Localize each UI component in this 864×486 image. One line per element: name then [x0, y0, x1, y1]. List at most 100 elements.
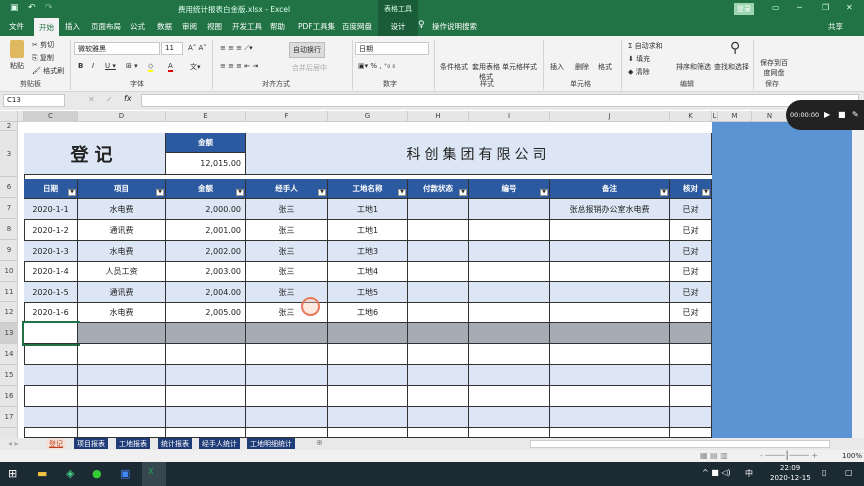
filter-dropdown-icon[interactable]: ▼	[660, 189, 668, 196]
select-all[interactable]	[0, 111, 18, 122]
column-header-N[interactable]: N	[752, 111, 788, 122]
empty-cell[interactable]	[166, 407, 246, 428]
sort-filter-button[interactable]: 排序和筛选	[676, 62, 711, 72]
data-cell[interactable]: 2,002.00	[166, 241, 246, 262]
column-header-C[interactable]: C	[24, 111, 78, 122]
sheet-tab-site[interactable]: 工地报表	[116, 438, 150, 449]
empty-cell[interactable]	[670, 386, 712, 407]
data-cell[interactable]: 2,005.00	[166, 303, 246, 323]
empty-cell[interactable]	[670, 344, 712, 365]
empty-cell[interactable]	[78, 344, 166, 365]
column-header-I[interactable]: I	[469, 111, 550, 122]
empty-cell[interactable]	[408, 365, 469, 386]
tell-me-search[interactable]: 操作说明搜索	[432, 21, 477, 32]
sheet-tab-site-detail[interactable]: 工地明细统计	[247, 438, 295, 449]
stop-icon[interactable]: ■	[838, 110, 846, 119]
minimize-icon[interactable]: ─	[797, 3, 802, 12]
filter-dropdown-icon[interactable]: ▼	[398, 189, 406, 196]
sheet-title[interactable]: 登记	[24, 133, 166, 175]
empty-cell[interactable]	[166, 344, 246, 365]
empty-cell[interactable]	[78, 428, 166, 438]
column-header-G[interactable]: G	[328, 111, 408, 122]
clear-button[interactable]: ◆ 清除	[628, 67, 650, 77]
fill-button[interactable]: ⬇ 填充	[628, 54, 650, 64]
data-cell[interactable]	[408, 282, 469, 303]
row-header-2[interactable]: 2	[0, 122, 18, 131]
vertical-scrollbar[interactable]	[852, 122, 864, 438]
filter-dropdown-icon[interactable]: ▼	[540, 189, 548, 196]
empty-cell[interactable]	[246, 365, 328, 386]
data-cell[interactable]	[469, 199, 550, 220]
data-cell[interactable]: 已对	[670, 199, 712, 220]
tab-insert[interactable]: 插入	[65, 21, 80, 32]
underline-button[interactable]: U ▾	[105, 62, 116, 70]
data-cell[interactable]: 已对	[670, 262, 712, 282]
data-cell[interactable]: 工地6	[328, 303, 408, 323]
data-cell[interactable]: 2,003.00	[166, 262, 246, 282]
column-header-cell[interactable]: 经手人 ▼	[246, 179, 328, 199]
autosum-button[interactable]: Σ 自动求和	[628, 41, 663, 51]
data-cell[interactable]: 2020-1-5	[24, 282, 78, 303]
row-header-6[interactable]: 6	[0, 177, 18, 198]
name-box[interactable]: C13	[3, 94, 65, 107]
filter-dropdown-icon[interactable]: ▼	[702, 189, 710, 196]
data-cell[interactable]: 张三	[246, 199, 328, 220]
data-cell[interactable]: 水电费	[78, 241, 166, 262]
filter-dropdown-icon[interactable]: ▼	[236, 189, 244, 196]
data-cell[interactable]	[469, 220, 550, 241]
column-header-cell[interactable]: 付款状态 ▼	[408, 179, 469, 199]
data-cell[interactable]	[408, 241, 469, 262]
formula-input[interactable]	[141, 94, 859, 107]
empty-cell[interactable]	[328, 344, 408, 365]
tab-file[interactable]: 文件	[9, 21, 24, 32]
data-cell[interactable]: 2,000.00	[166, 199, 246, 220]
data-cell[interactable]: 张三	[246, 262, 328, 282]
amount-label[interactable]: 金额	[166, 133, 246, 153]
row-header-14[interactable]: 14	[0, 344, 18, 365]
phonetic-button[interactable]: 文▾	[190, 62, 201, 72]
paste-icon[interactable]	[10, 40, 24, 58]
empty-cell[interactable]	[408, 344, 469, 365]
empty-cell[interactable]	[328, 407, 408, 428]
empty-cell[interactable]	[469, 365, 550, 386]
align-icons[interactable]: ≡ ≡ ≡ ⇤ ⇥	[220, 62, 258, 70]
play-icon[interactable]: ▶	[824, 110, 830, 119]
column-header-E[interactable]: E	[166, 111, 246, 122]
tab-home[interactable]: 开始	[34, 18, 59, 36]
row-header-16[interactable]: 16	[0, 386, 18, 407]
empty-cell[interactable]	[408, 386, 469, 407]
border-button[interactable]: ⊞ ▾	[126, 62, 138, 70]
tab-developer[interactable]: 开发工具	[232, 21, 262, 32]
ribbon-display-icon[interactable]: ▭	[772, 3, 780, 12]
tab-pdf[interactable]: PDF工具集	[298, 21, 335, 32]
data-cell[interactable]: 张三	[246, 220, 328, 241]
data-cell[interactable]: 2020-1-6	[24, 303, 78, 323]
tab-help[interactable]: 帮助	[270, 21, 285, 32]
column-header-J[interactable]: J	[550, 111, 670, 122]
column-header-cell[interactable]: 日期 ▼	[24, 179, 78, 199]
column-header-cell[interactable]: 项目 ▼	[78, 179, 166, 199]
empty-cell[interactable]	[166, 365, 246, 386]
pen-icon[interactable]: ✎	[852, 110, 859, 119]
add-sheet-icon[interactable]: ⊕	[316, 438, 323, 447]
sheet-tab-project[interactable]: 项目报表	[74, 438, 108, 449]
empty-cell[interactable]	[246, 344, 328, 365]
font-grow-shrink-icons[interactable]: A˄ A˅	[188, 44, 207, 52]
redo-icon[interactable]: ↷	[45, 3, 53, 13]
column-header-M[interactable]: M	[718, 111, 752, 122]
filter-dropdown-icon[interactable]: ▼	[68, 189, 76, 196]
notes-icon[interactable]: ▯	[822, 468, 826, 477]
excel-taskbar-icon[interactable]: X	[142, 462, 166, 486]
data-cell[interactable]: 工地1	[328, 199, 408, 220]
font-color-button[interactable]: A	[168, 62, 173, 72]
row-header-10[interactable]: 10	[0, 261, 18, 282]
data-cell[interactable]	[550, 241, 670, 262]
row-header-7[interactable]: 7	[0, 198, 18, 219]
data-cell[interactable]	[469, 282, 550, 303]
copy-button[interactable]: ⎘ 复制	[32, 53, 54, 63]
tab-data[interactable]: 数据	[157, 21, 172, 32]
empty-cell[interactable]	[246, 407, 328, 428]
login-button[interactable]: 登录	[734, 3, 754, 15]
filter-dropdown-icon[interactable]: ▼	[459, 189, 467, 196]
horizontal-scrollbar[interactable]	[530, 440, 830, 448]
